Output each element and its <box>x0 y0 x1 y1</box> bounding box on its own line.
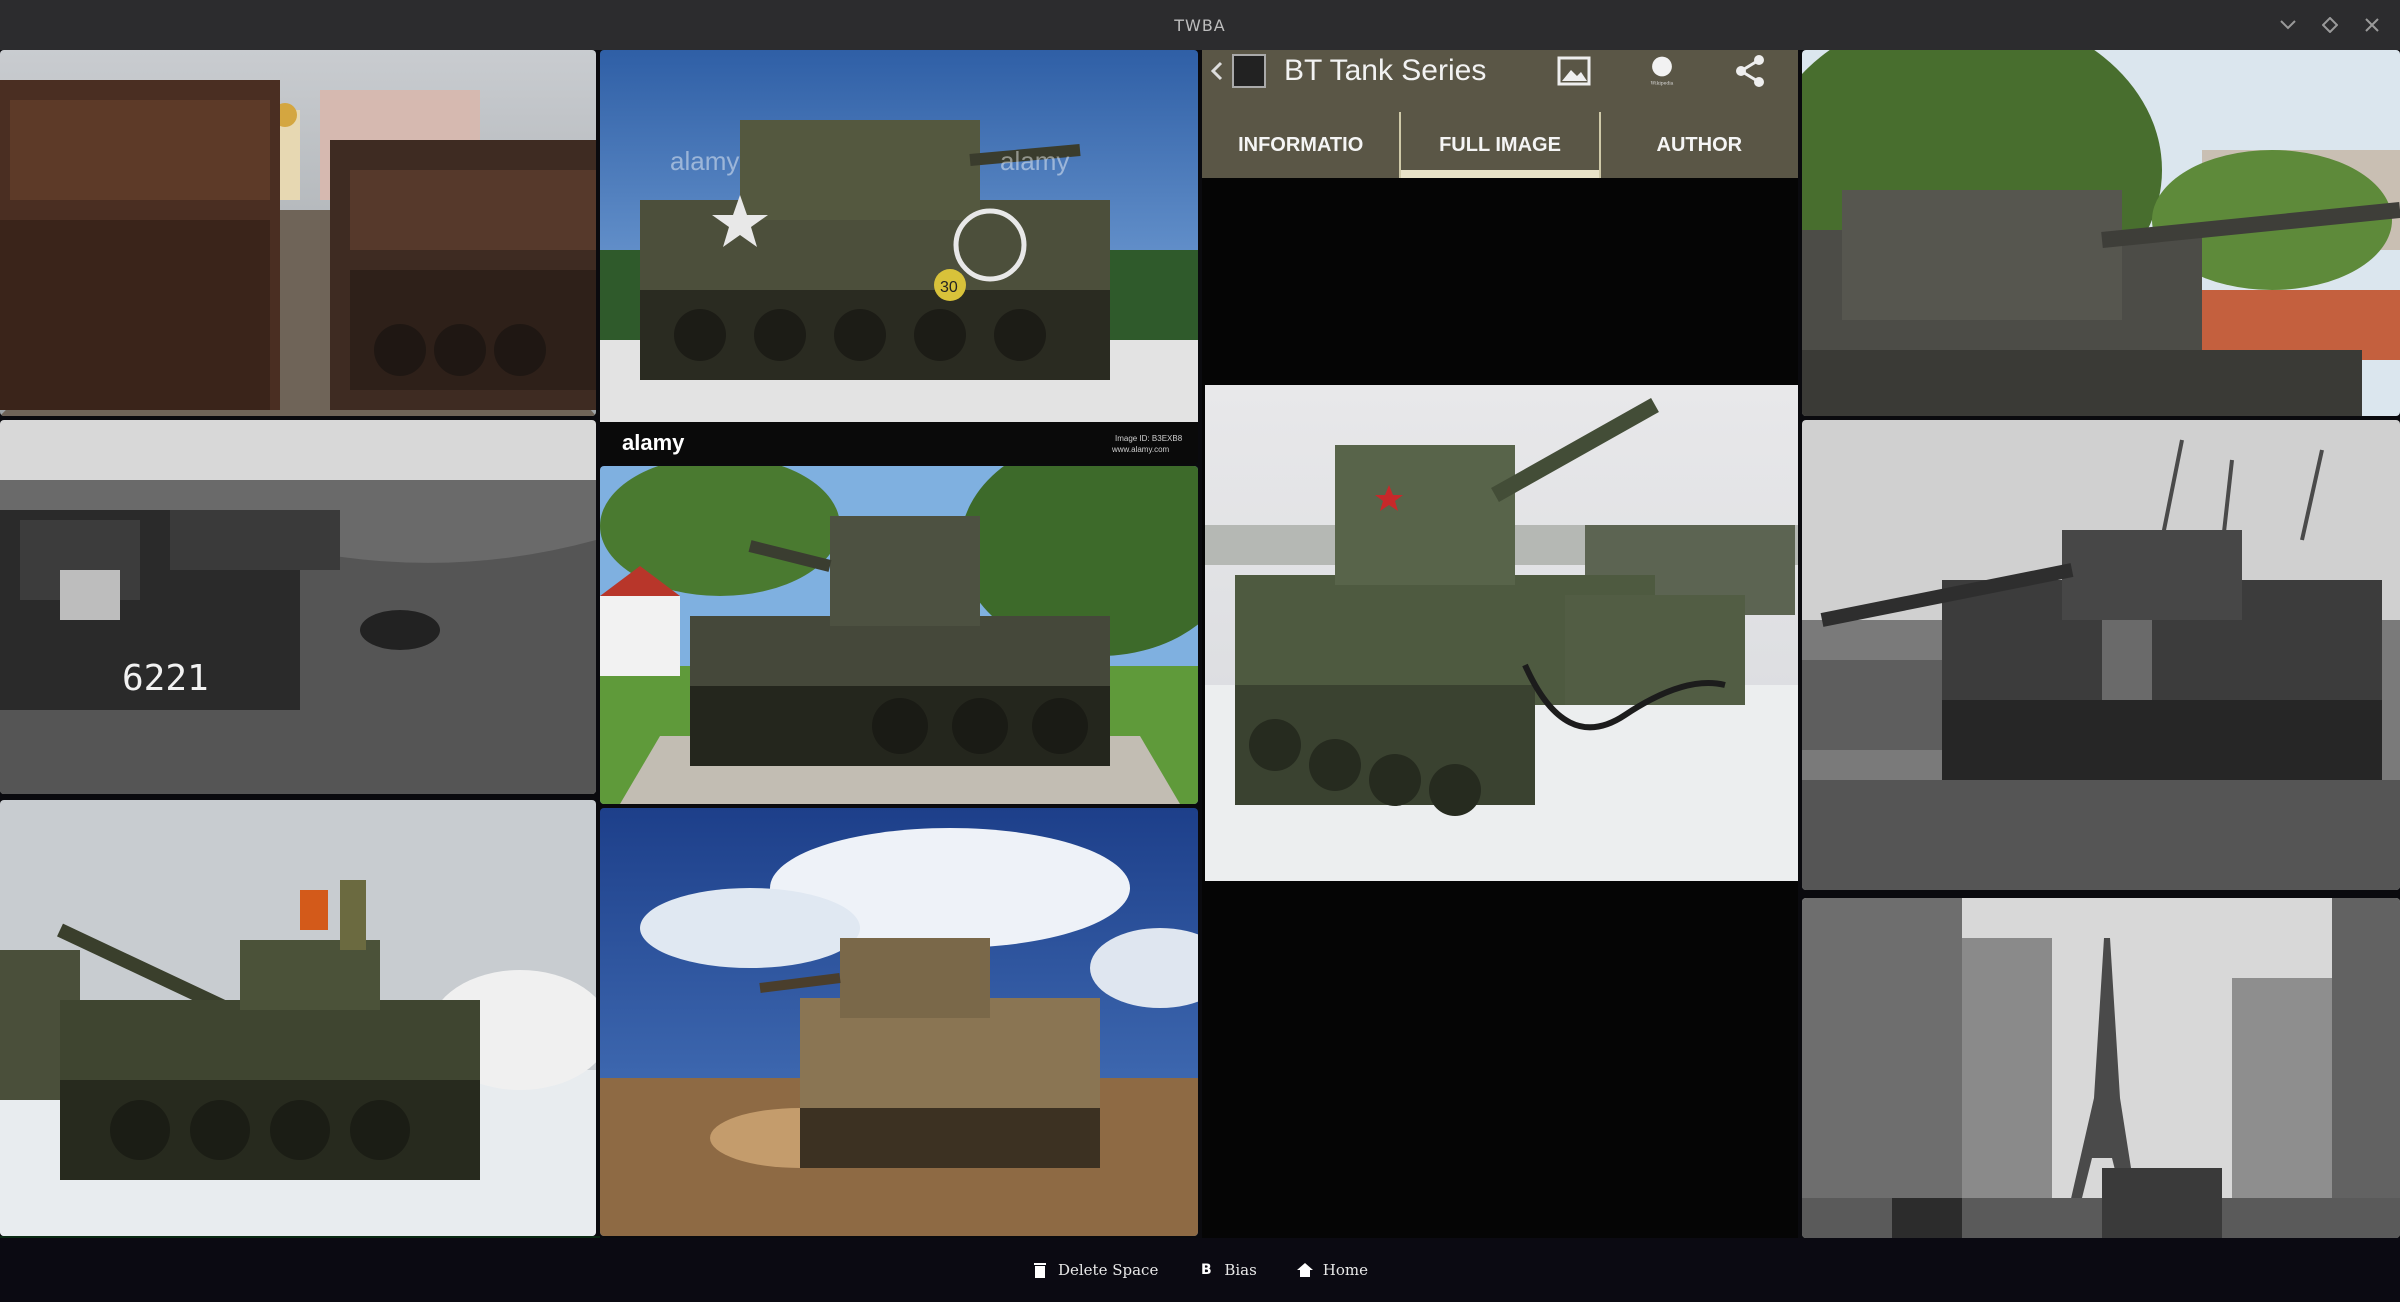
gallery-tile-t55-snow[interactable] <box>0 800 596 1236</box>
bias-label: Bias <box>1224 1261 1257 1279</box>
gallery-tile-sherman[interactable]: 30 alamy alamy alamy Image ID: B3EXB8 ww… <box>600 50 1198 464</box>
window-controls <box>2276 0 2384 50</box>
detail-title: BT Tank Series <box>1284 54 1487 87</box>
wikipedia-label: Wikipedia <box>1651 81 1674 87</box>
bias-icon: B <box>1200 1262 1212 1278</box>
tab-information[interactable]: INFORMATIO <box>1202 112 1399 178</box>
t34-image <box>1802 50 2400 416</box>
bottom-toolbar: Delete Space B Bias Home <box>0 1238 2400 1302</box>
chevron-down-icon[interactable] <box>2276 13 2300 37</box>
title-bar: TWBA <box>0 0 2400 50</box>
delete-space-button[interactable]: Delete Space <box>1032 1261 1158 1279</box>
bias-button[interactable]: B Bias <box>1198 1261 1257 1279</box>
tab-author[interactable]: AUTHOR <box>1598 112 1798 178</box>
close-icon[interactable] <box>2360 13 2384 37</box>
gallery-tile-destroyed-tanks[interactable] <box>0 50 596 416</box>
image-gallery: 6221 30 alamy alamy alamy Image ID: B3EX… <box>0 50 2400 1288</box>
image-icon[interactable] <box>1556 54 1592 88</box>
gallery-tile-panther[interactable] <box>1802 420 2400 890</box>
gallery-tile-t34[interactable] <box>1802 50 2400 416</box>
t55-snow-image <box>0 800 596 1236</box>
tank-number-label: 6221 <box>122 658 209 699</box>
destroyed-tanks-image <box>0 50 596 416</box>
gallery-tile-wrecked-field[interactable]: 6221 <box>0 420 596 794</box>
full-image-view[interactable] <box>1205 385 1798 881</box>
trash-icon <box>1032 1262 1048 1278</box>
watermark-text: alamy <box>670 146 739 176</box>
home-label: Home <box>1322 1261 1369 1279</box>
share-icon[interactable] <box>1732 54 1768 88</box>
tab-full-image[interactable]: FULL IMAGE <box>1399 112 1599 178</box>
detail-top-row: BT Tank Series Wikipedia <box>1202 50 1798 92</box>
detail-tabs: INFORMATIO FULL IMAGE AUTHOR <box>1202 112 1798 178</box>
watermark-text-2: alamy <box>1000 146 1069 176</box>
m3-lee-image <box>600 808 1198 1236</box>
window-title: TWBA <box>1174 15 1226 35</box>
detail-header-actions: Wikipedia <box>1556 54 1768 88</box>
wrecked-field-image: 6221 <box>0 420 596 794</box>
panther-image <box>1802 420 2400 890</box>
home-button[interactable]: Home <box>1296 1261 1369 1279</box>
gallery-tile-m3-lee[interactable] <box>600 808 1198 1236</box>
tank-marking-label: 30 <box>940 279 958 296</box>
sherman-image: 30 alamy alamy alamy Image ID: B3EXB8 ww… <box>600 50 1198 464</box>
app-thumbnail-icon <box>1232 54 1266 88</box>
home-icon <box>1296 1262 1313 1278</box>
bt-tank-image <box>1205 385 1798 881</box>
detail-panel: BT Tank Series Wikipedia INFORMATIO FULL… <box>1202 50 1798 1238</box>
alamy-url: www.alamy.com <box>1111 445 1170 454</box>
stuart-image <box>600 466 1198 804</box>
restore-icon[interactable] <box>2318 13 2342 37</box>
detail-header: BT Tank Series Wikipedia INFORMATIO FULL… <box>1202 50 1798 178</box>
gallery-tile-paris[interactable] <box>1802 898 2400 1238</box>
paris-image <box>1802 898 2400 1238</box>
alamy-caption-logo: alamy <box>622 430 685 455</box>
gallery-tile-stuart[interactable] <box>600 466 1198 804</box>
alamy-image-id: Image ID: B3EXB8 <box>1115 434 1183 443</box>
wikipedia-icon[interactable]: Wikipedia <box>1644 54 1680 88</box>
back-chevron-icon[interactable] <box>1206 51 1228 91</box>
delete-space-label: Delete Space <box>1057 1261 1159 1279</box>
